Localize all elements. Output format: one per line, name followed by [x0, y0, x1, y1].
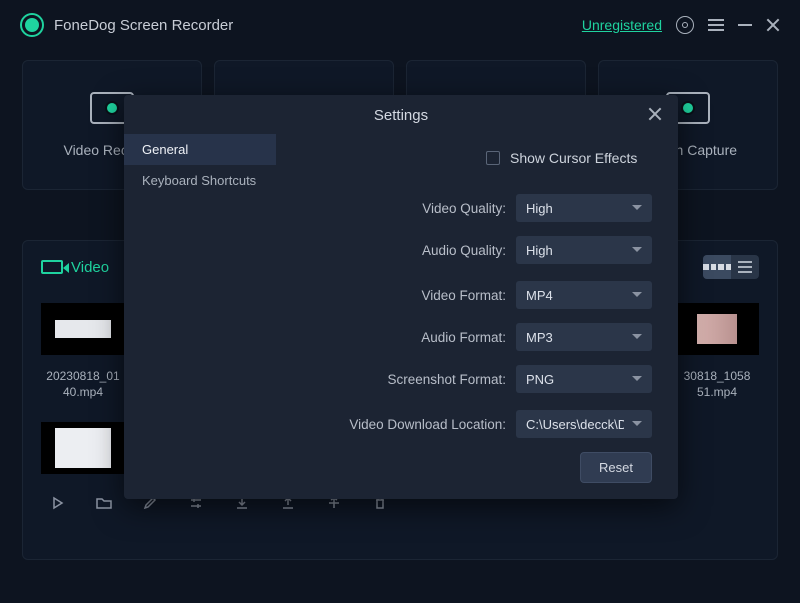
reset-button[interactable]: Reset	[580, 452, 652, 483]
list-item[interactable]: 30818_1058 51.mp4	[675, 303, 759, 400]
screenshot-format-label: Screenshot Format:	[286, 372, 506, 387]
folder-icon[interactable]	[95, 494, 113, 512]
audio-quality-select[interactable]: High	[516, 236, 652, 264]
video-quality-select[interactable]: High	[516, 194, 652, 222]
select-value: MP3	[526, 330, 553, 345]
list-icon	[731, 255, 759, 279]
close-icon[interactable]	[648, 107, 662, 121]
tab-video[interactable]: Video	[41, 259, 109, 276]
select-value: C:\Users\decck\Do	[526, 417, 624, 432]
cursor-effects-label: Show Cursor Effects	[510, 150, 637, 166]
grid-icon	[703, 255, 731, 279]
thumbnail-label: 30818_1058 51.mp4	[684, 369, 751, 400]
select-value: High	[526, 201, 553, 216]
sidebar-item-shortcuts[interactable]: Keyboard Shortcuts	[124, 165, 276, 196]
settings-icon[interactable]	[676, 16, 694, 34]
thumbnail	[41, 303, 125, 355]
select-value: MP4	[526, 288, 553, 303]
chevron-down-icon	[632, 421, 642, 426]
title-bar: FoneDog Screen Recorder Unregistered	[0, 0, 800, 50]
select-value: High	[526, 243, 553, 258]
video-format-label: Video Format:	[286, 288, 506, 303]
audio-format-label: Audio Format:	[286, 330, 506, 345]
view-toggle	[703, 255, 759, 279]
settings-panel: Show Cursor Effects Video Quality: High …	[276, 134, 678, 499]
select-value: PNG	[526, 372, 554, 387]
video-format-select[interactable]: MP4	[516, 281, 652, 309]
settings-title: Settings	[374, 107, 428, 124]
settings-header: Settings	[124, 95, 678, 134]
list-item[interactable]	[41, 422, 125, 474]
menu-icon[interactable]	[708, 19, 724, 31]
grid-view-button[interactable]	[703, 255, 731, 279]
audio-quality-label: Audio Quality:	[286, 243, 506, 258]
chevron-down-icon	[632, 247, 642, 252]
list-item[interactable]: 20230818_01 40.mp4	[41, 303, 125, 400]
audio-format-select[interactable]: MP3	[516, 323, 652, 351]
video-quality-label: Video Quality:	[286, 201, 506, 216]
thumbnail	[675, 303, 759, 355]
screenshot-format-select[interactable]: PNG	[516, 365, 652, 393]
app-logo-icon	[20, 13, 44, 37]
app-title: FoneDog Screen Recorder	[54, 17, 233, 34]
sidebar-item-general[interactable]: General	[124, 134, 276, 165]
settings-sidebar: General Keyboard Shortcuts	[124, 134, 276, 499]
play-icon[interactable]	[49, 494, 67, 512]
minimize-button[interactable]	[738, 24, 752, 26]
chevron-down-icon	[632, 205, 642, 210]
camcorder-icon	[41, 260, 63, 274]
cursor-effects-row: Show Cursor Effects	[486, 150, 652, 166]
tab-video-label: Video	[71, 259, 109, 276]
chevron-down-icon	[632, 376, 642, 381]
cursor-effects-checkbox[interactable]	[486, 151, 500, 165]
thumbnail-label: 20230818_01 40.mp4	[46, 369, 119, 400]
close-button[interactable]	[766, 18, 780, 32]
list-view-button[interactable]	[731, 255, 759, 279]
chevron-down-icon	[632, 292, 642, 297]
chevron-down-icon	[632, 334, 642, 339]
download-location-label: Video Download Location:	[286, 417, 506, 432]
download-location-select[interactable]: C:\Users\decck\Do	[516, 410, 652, 438]
settings-modal: Settings General Keyboard Shortcuts Show…	[124, 95, 678, 499]
unregistered-link[interactable]: Unregistered	[582, 17, 662, 33]
